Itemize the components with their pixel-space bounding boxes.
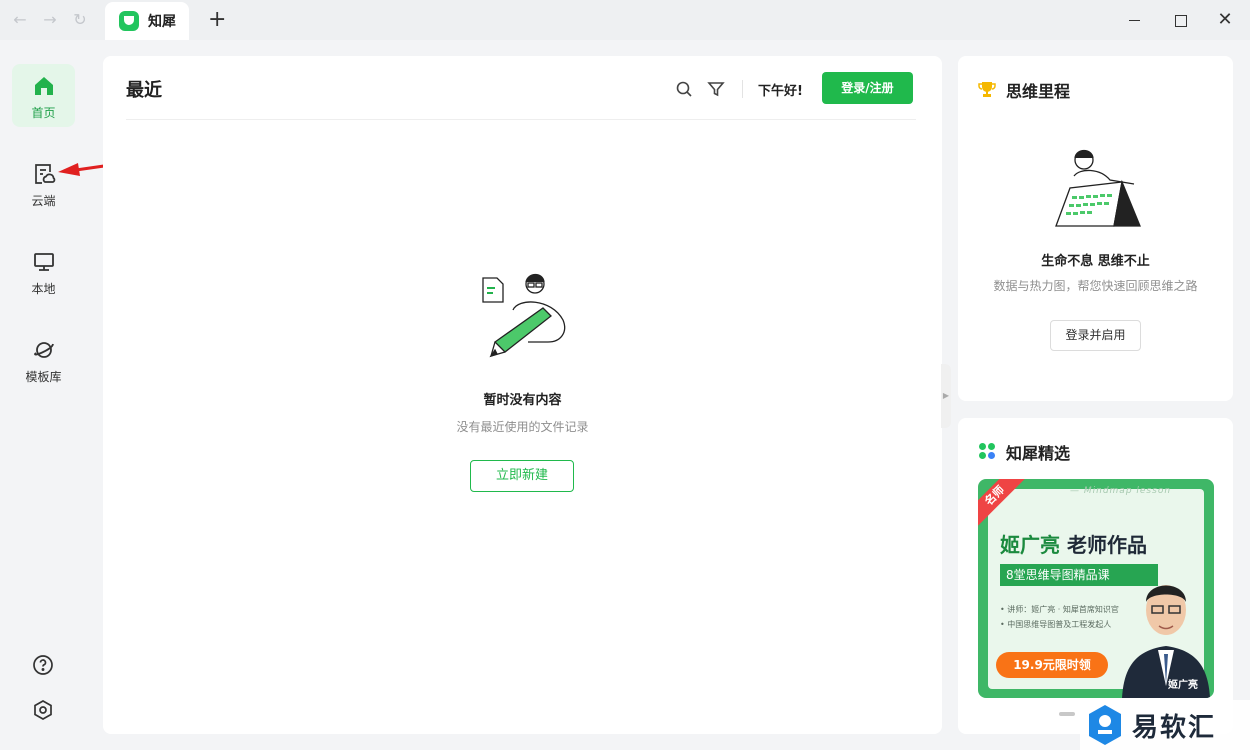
create-new-button[interactable]: 立即新建 (470, 460, 574, 492)
planet-icon (34, 342, 54, 358)
watermark-text: 易软汇 (1132, 713, 1217, 743)
milestone-subtitle: 数据与热力图，帮您快速回顾思维之路 (993, 279, 1198, 293)
close-button[interactable]: ✕ (1215, 10, 1235, 30)
minimize-button[interactable] (1125, 10, 1145, 30)
milestone-card: 思维里程 生命不息 思维不止 数据与热力图，帮您快速回顾思维之路 登录并启用 (958, 56, 1233, 401)
greeting-text: 下午好! (758, 84, 803, 99)
collapse-handle[interactable]: ▶ (941, 364, 951, 428)
recent-panel: 最近 下午好! 登录/注册 暂时没有内容 没有最近使用的文件记录 立即新建 ▶ (103, 56, 951, 734)
monitor-icon (34, 253, 54, 271)
scroll-indicator (1059, 712, 1075, 716)
sidebar-item-label: 模板库 (25, 370, 62, 384)
teacher-name-tag: 姬广亮 (1168, 680, 1198, 691)
trophy-icon (978, 82, 996, 97)
divider (126, 119, 916, 120)
zhixi-logo-icon (119, 11, 139, 31)
milestone-title: 思维里程 (1006, 82, 1071, 101)
help-icon[interactable] (31, 653, 55, 677)
forward-icon[interactable]: → (40, 10, 60, 30)
course-banner[interactable]: 名师 — Mindmap lesson 姬广亮 老师作品 8堂思维导图精品课 •… (978, 479, 1214, 698)
sidebar-item-label: 本地 (31, 282, 56, 296)
banner-tagline: — Mindmap lesson (1070, 486, 1172, 496)
banner-headline-name: 姬广亮 (1000, 533, 1060, 557)
filter-icon[interactable] (707, 80, 725, 98)
empty-state-subtitle: 没有最近使用的文件记录 (456, 420, 589, 434)
sidebar-item-label: 首页 (31, 106, 56, 120)
login-register-button[interactable]: 登录/注册 (822, 72, 913, 104)
sidebar-item-templates[interactable]: 模板库 (12, 328, 75, 391)
milestone-illustration (1055, 149, 1141, 227)
empty-state-title: 暂时没有内容 (483, 393, 562, 408)
milestone-heading: 生命不息 思维不止 (1041, 254, 1150, 269)
sidebar-item-label: 云端 (31, 194, 56, 208)
page-title: 最近 (126, 80, 162, 101)
divider (742, 80, 743, 98)
watermark: 易软汇 (1080, 700, 1250, 750)
new-tab-button[interactable]: + (208, 7, 226, 32)
home-icon (35, 77, 53, 95)
sidebar: 首页 云端 本地 模板库 (0, 40, 86, 750)
title-bar: ← → ↻ 知犀 + ✕ (0, 0, 1250, 40)
tab-title: 知犀 (148, 14, 176, 30)
login-enable-button[interactable]: 登录并启用 (1050, 320, 1141, 351)
banner-line: • 讲师：姬广亮 · 知犀首席知识官 (1000, 605, 1119, 614)
sidebar-item-home[interactable]: 首页 (12, 64, 75, 127)
maximize-button[interactable] (1170, 10, 1190, 30)
banner-line: • 中国思维导图普及工程发起人 (1000, 620, 1112, 629)
back-icon[interactable]: ← (10, 10, 30, 30)
featured-card: 知犀精选 名师 — Mindmap lesson 姬广亮 老师作品 8堂思维导图… (958, 418, 1233, 734)
sidebar-item-local[interactable]: 本地 (12, 240, 75, 303)
reload-icon[interactable]: ↻ (70, 10, 90, 30)
app-tab[interactable]: 知犀 (105, 2, 189, 40)
search-icon[interactable] (675, 80, 693, 98)
empty-state-illustration (482, 273, 566, 358)
watermark-logo-icon (1089, 705, 1121, 745)
featured-title: 知犀精选 (1006, 444, 1071, 463)
cloud-file-icon (35, 164, 56, 184)
grid-icon (979, 443, 995, 459)
price-button[interactable]: 19.9元限时领 (996, 652, 1108, 678)
teacher-photo (1122, 585, 1210, 698)
settings-icon[interactable] (31, 698, 55, 722)
